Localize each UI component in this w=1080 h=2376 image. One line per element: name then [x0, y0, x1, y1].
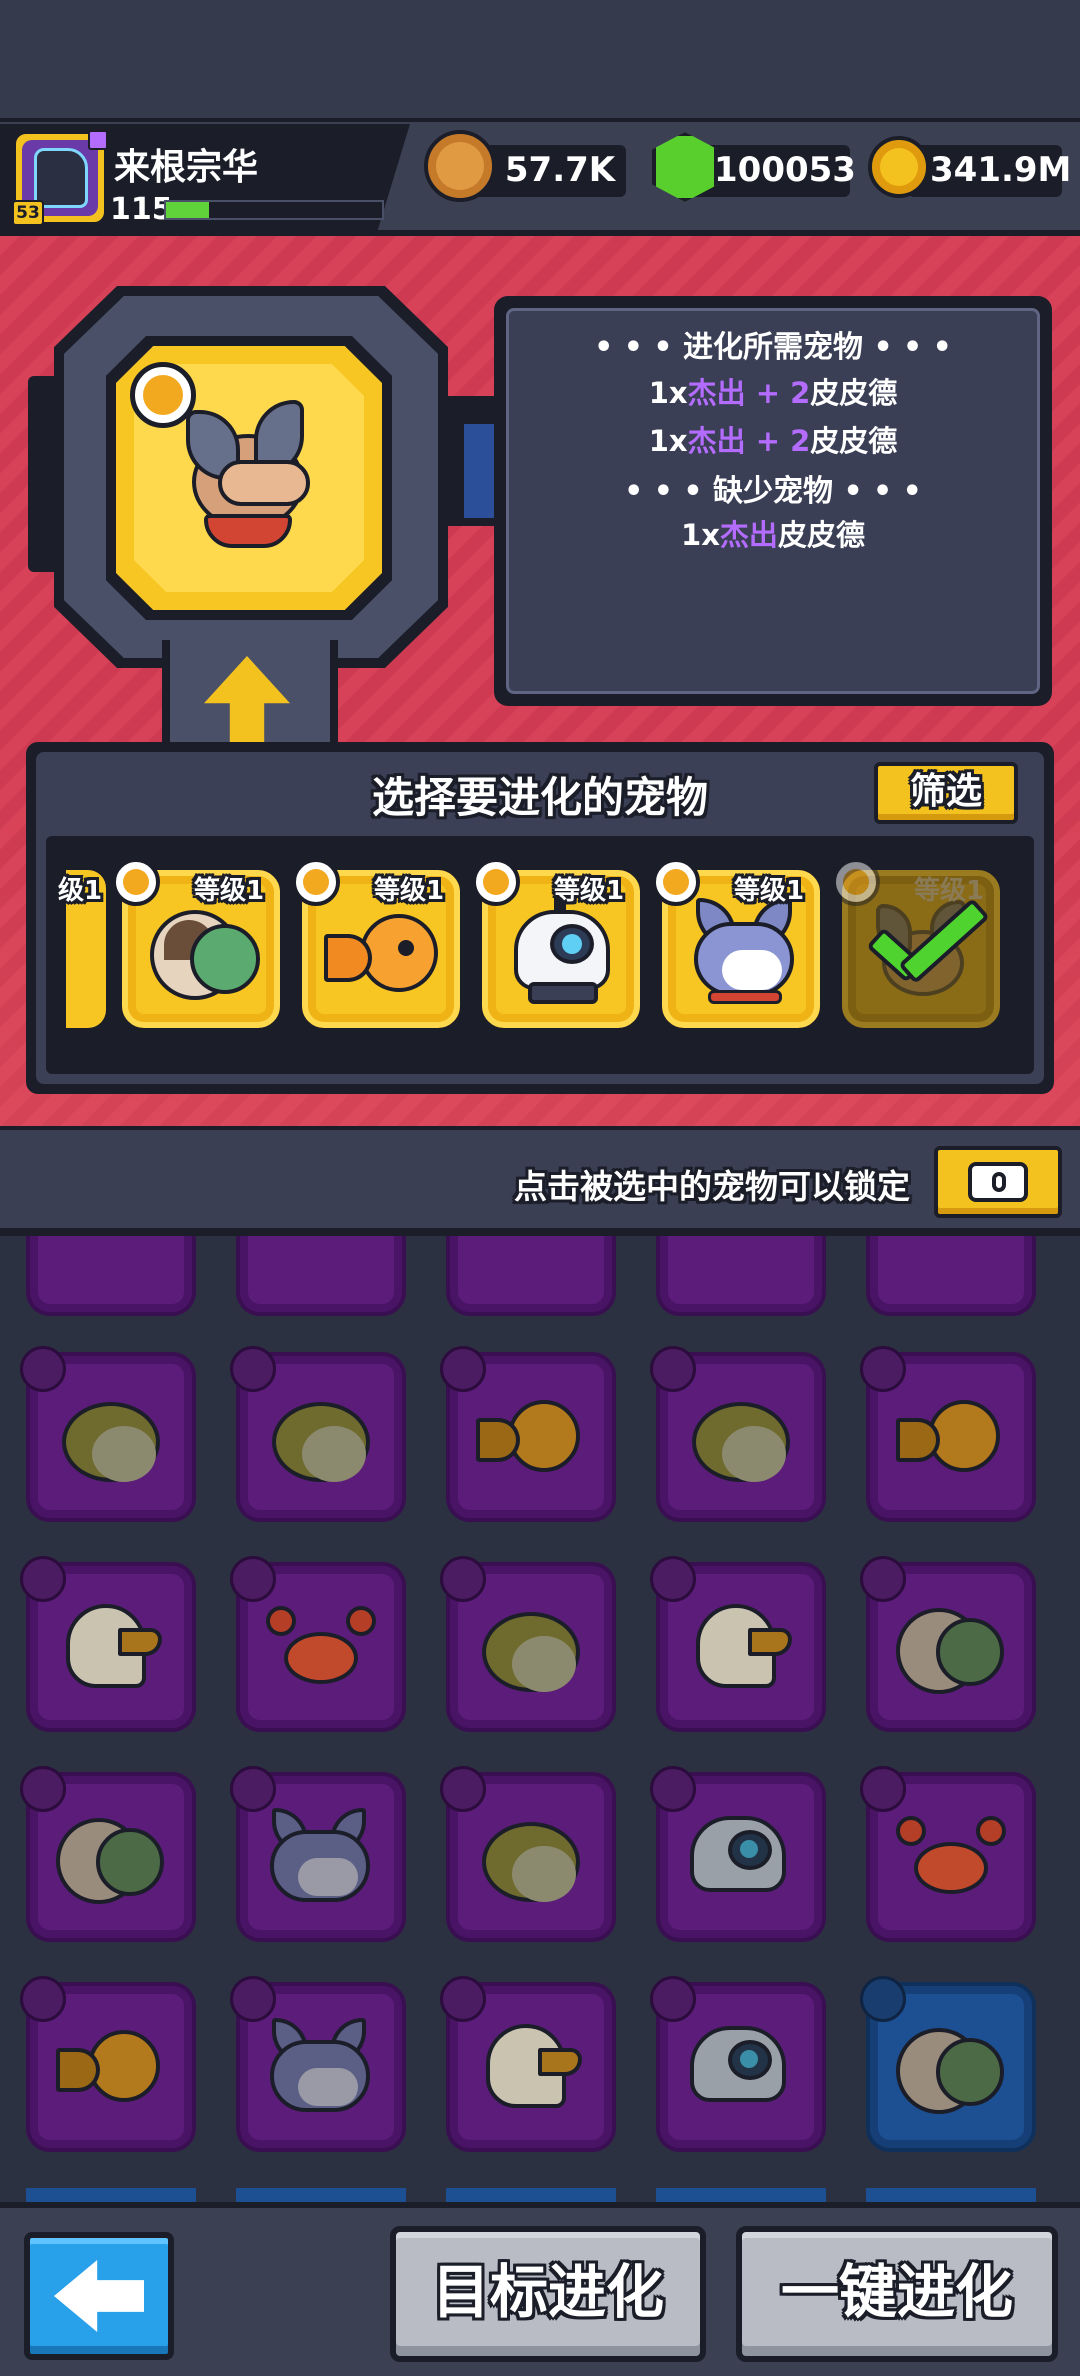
pet-class-badge — [440, 1766, 486, 1812]
pet-class-badge — [650, 1766, 696, 1812]
target-evolve-button[interactable]: 目标进化 — [390, 2226, 706, 2362]
eagle-pet-icon — [56, 1598, 166, 1698]
pet-class-badge — [860, 1766, 906, 1812]
robot-pet-icon — [510, 892, 620, 1012]
frog-pet-icon — [686, 1388, 796, 1488]
avatar-level-badge: 53 — [12, 200, 44, 226]
gold-coin-plus-icon[interactable] — [868, 136, 930, 198]
crab-pet-icon — [266, 1598, 376, 1698]
turtle-class-badge — [112, 858, 160, 906]
goldfish-pet-icon — [324, 900, 444, 1010]
pet-class-badge — [440, 1976, 486, 2022]
cat-pet-icon — [266, 1808, 376, 1908]
fish-pet-icon — [896, 1388, 1006, 1488]
cat-pet-icon — [266, 2018, 376, 2118]
req1-name: 皮皮德 — [810, 376, 898, 410]
fish-pet-icon — [56, 2018, 166, 2118]
req2-plus: + 2 — [755, 424, 811, 458]
checkmark-icon — [866, 897, 990, 994]
fish-pet-icon — [476, 1388, 586, 1488]
pet-class-badge — [230, 1556, 276, 1602]
profile-badge-icon — [88, 130, 108, 150]
crab-pet-icon — [896, 1808, 1006, 1908]
pet-class-badge — [860, 1976, 906, 2022]
pet-class-badge — [230, 1976, 276, 2022]
filter-button[interactable]: 筛选 — [874, 762, 1018, 824]
pet-class-badge — [650, 1556, 696, 1602]
lion-coin-icon — [424, 130, 496, 202]
robot-class-badge — [472, 858, 520, 906]
goldfish-class-badge — [292, 858, 340, 906]
xp-bar-fill — [166, 202, 210, 218]
pet-class-badge — [20, 1346, 66, 1392]
req1-quality: 杰出 — [687, 376, 746, 410]
miss1-name: 皮皮德 — [777, 518, 865, 552]
missing-pets-header: • • • 缺少宠物 • • • — [624, 474, 922, 509]
frog-pet-icon — [266, 1388, 376, 1488]
requirement-line-1: 1x杰出 + 2皮皮德 — [506, 370, 1040, 412]
robot-pet-icon — [686, 2018, 796, 2118]
turtle-pet-icon — [896, 1598, 1006, 1698]
frog-pet-icon — [56, 1388, 166, 1488]
husky-dog-pet-icon — [178, 400, 318, 560]
cat-pet-icon — [690, 894, 800, 1014]
req1-count: 1x — [648, 376, 688, 410]
robot-pet-icon — [686, 1808, 796, 1908]
miss1-quality: 杰出 — [719, 518, 778, 552]
back-arrow-icon — [54, 2260, 144, 2332]
pet-class-badge — [650, 1346, 696, 1392]
card-level-goldfish: 等级1 — [374, 876, 445, 906]
pet-class-badge — [860, 1346, 906, 1392]
pet-class-badge — [650, 1976, 696, 2022]
turtle-pet-icon — [896, 2018, 1006, 2118]
turtle-pet-icon — [56, 1808, 166, 1908]
frog-pet-icon — [476, 1808, 586, 1908]
pet-class-badge — [440, 1556, 486, 1602]
xp-bar — [164, 200, 384, 220]
turtle-pet-icon — [150, 900, 260, 1010]
pet-class-badge — [130, 362, 196, 428]
missing-line-1: 1x杰出皮皮德 — [506, 512, 1040, 554]
one-click-evolve-button[interactable]: 一键进化 — [736, 2226, 1058, 2362]
card-level-turtle: 等级1 — [194, 876, 265, 906]
req2-quality: 杰出 — [687, 424, 746, 458]
robot-avatar-icon — [34, 148, 88, 208]
req2-count: 1x — [648, 424, 688, 458]
pet-class-badge — [20, 1766, 66, 1812]
pet-class-badge — [20, 1976, 66, 2022]
frog-pet-icon — [476, 1598, 586, 1698]
eagle-pet-icon — [476, 2018, 586, 2118]
lock-icon — [968, 1162, 1028, 1202]
status-bar-area — [0, 0, 1080, 120]
lock-hint-text: 点击被选中的宠物可以锁定 — [514, 1167, 910, 1206]
pet-class-badge — [440, 1346, 486, 1392]
pet-class-badge — [230, 1346, 276, 1392]
back-button[interactable] — [24, 2232, 174, 2360]
cat-class-badge — [652, 858, 700, 906]
card-level-cat: 等级1 — [734, 876, 805, 906]
required-pets-header: • • • 进化所需宠物 • • • — [594, 330, 952, 365]
requirement-line-2: 1x杰出 + 2皮皮德 — [506, 418, 1040, 460]
lion-coin-value: 57.7K — [504, 150, 616, 190]
pet-class-badge — [20, 1556, 66, 1602]
partial-level-label: 级1 — [58, 876, 103, 906]
pet-class-badge — [230, 1766, 276, 1812]
card-level-robot: 等级1 — [554, 876, 625, 906]
req2-name: 皮皮德 — [810, 424, 898, 458]
selection-title: 选择要进化的宠物 — [371, 773, 708, 822]
lock-hint-bar-cover — [0, 1232, 1080, 1236]
pet-row-partial — [26, 2188, 1054, 2202]
lock-button[interactable] — [934, 1146, 1062, 1218]
gem-value: 100053 — [714, 150, 856, 190]
req1-plus: + 2 — [755, 376, 811, 410]
eagle-pet-icon — [686, 1598, 796, 1698]
gold-value: 341.9M — [930, 150, 1072, 190]
miss1-count: 1x — [681, 518, 720, 552]
player-name: 来根宗华 — [114, 147, 259, 188]
pet-class-badge — [860, 1556, 906, 1602]
